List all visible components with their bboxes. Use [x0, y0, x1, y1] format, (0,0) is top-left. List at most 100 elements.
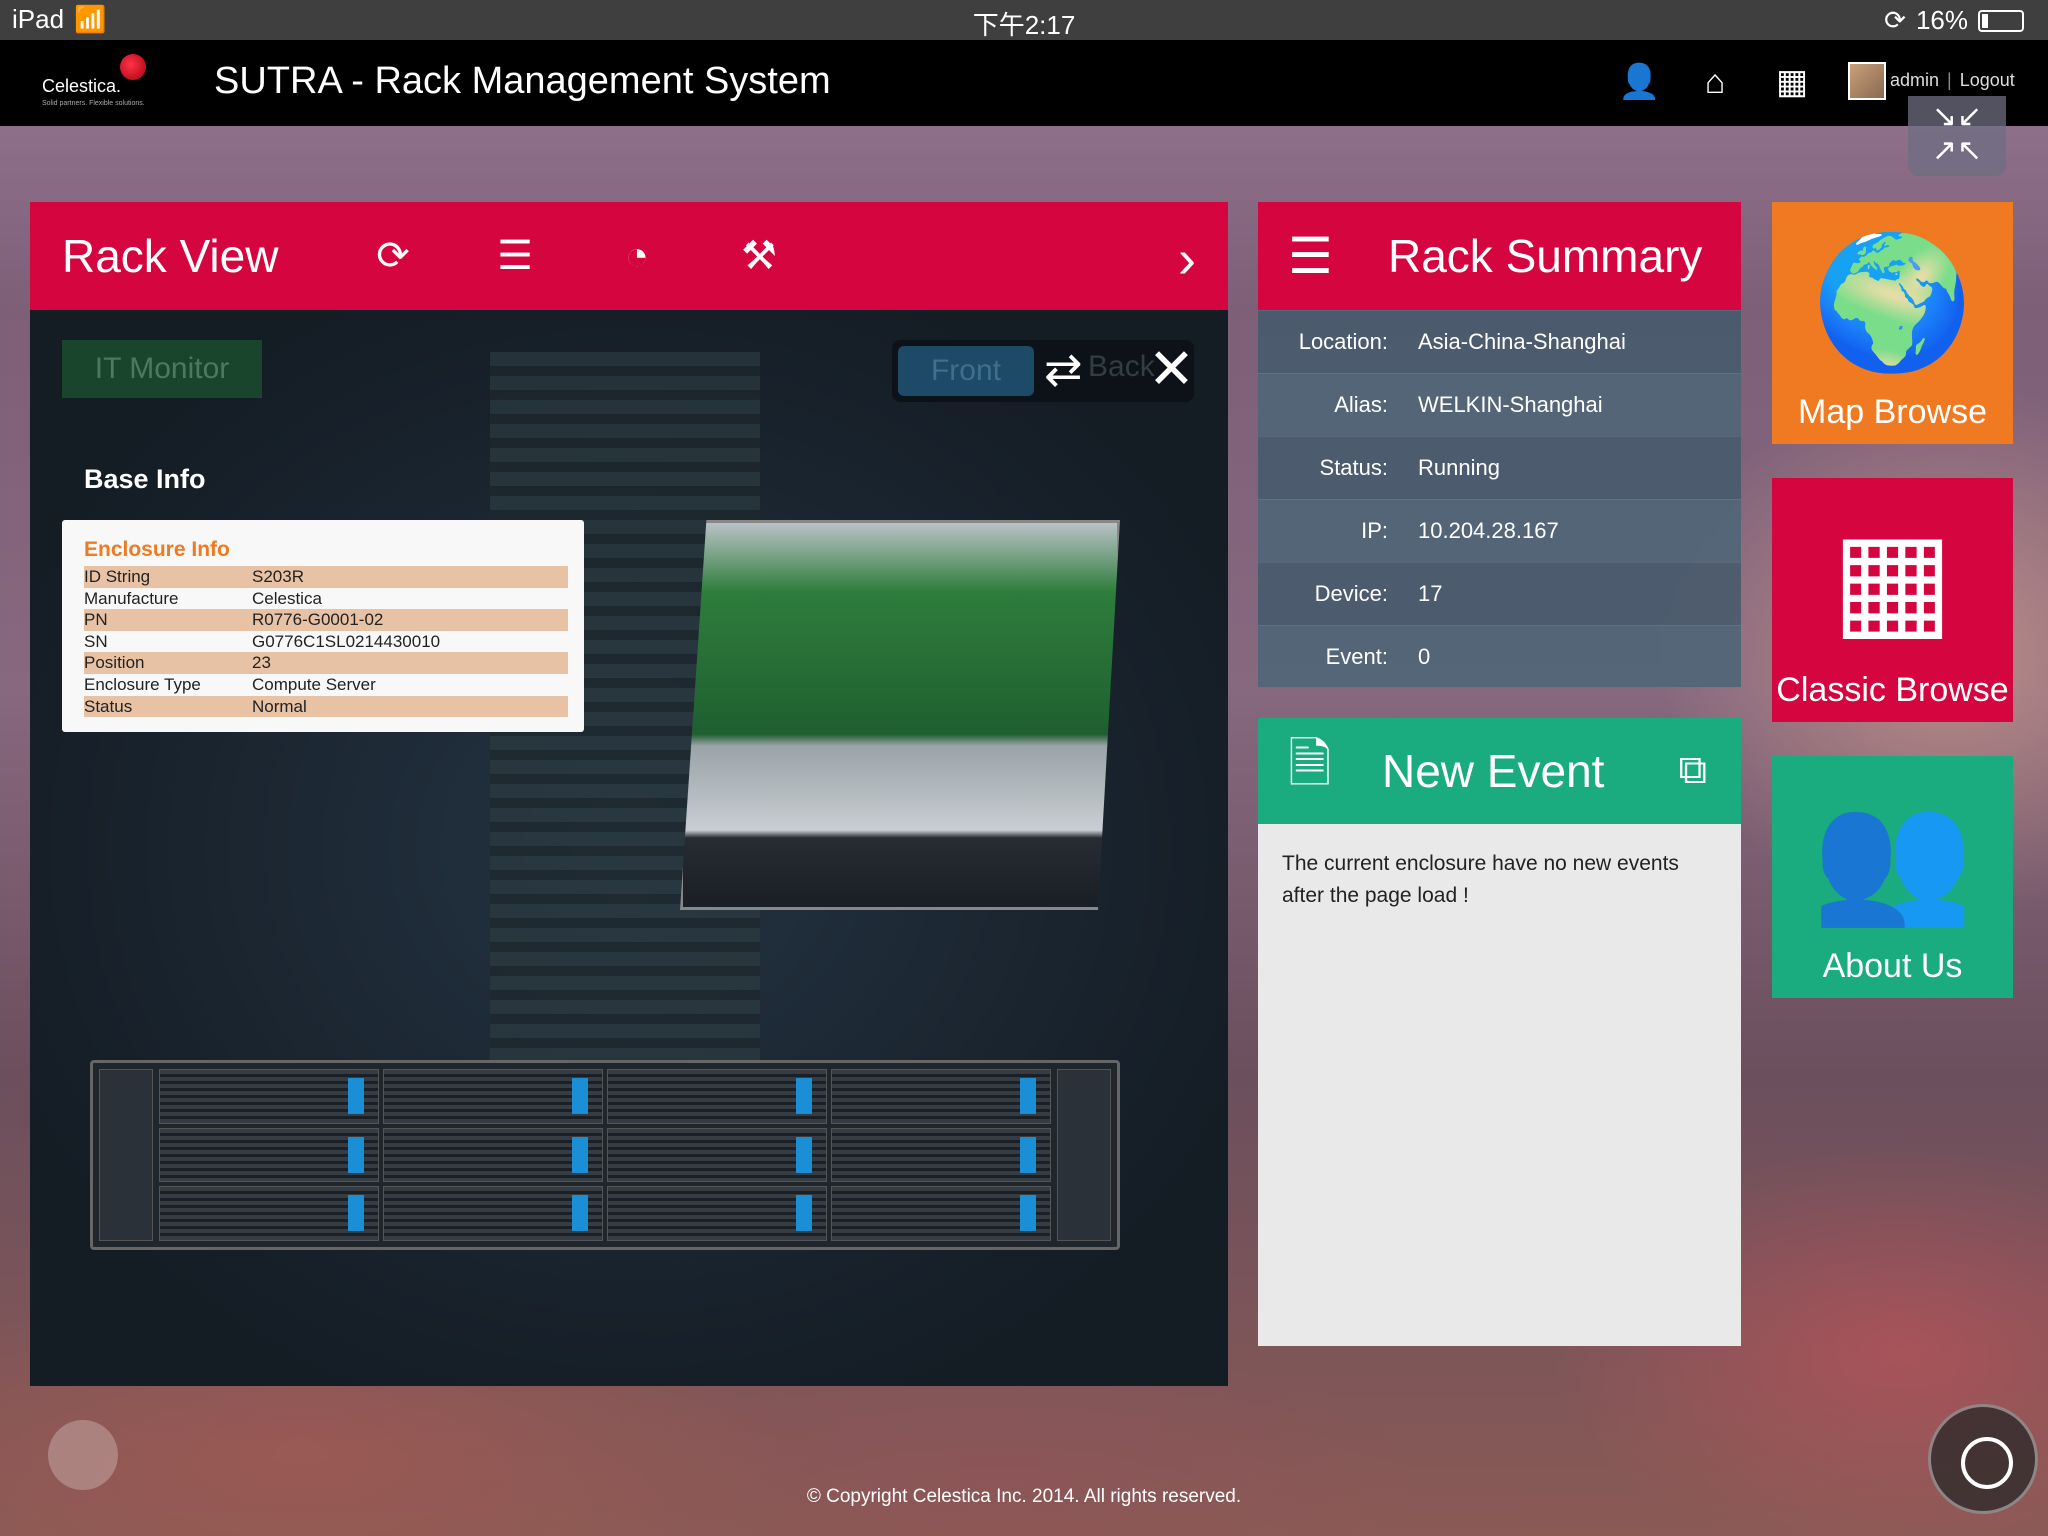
- summary-row: Alias: WELKIN-Shanghai: [1258, 373, 1741, 436]
- tools-icon[interactable]: ⚒: [698, 233, 820, 279]
- summary-value: 17: [1418, 581, 1443, 606]
- document-icon: 🗎: [1288, 734, 1332, 794]
- info-key: ID String: [84, 567, 151, 586]
- enclosure-info-title: Enclosure Info: [84, 538, 230, 561]
- refresh-icon[interactable]: ⟳: [332, 233, 454, 279]
- about-us-label: About Us: [1822, 947, 1963, 985]
- drive-bay: [159, 1186, 379, 1241]
- copyright-footer: © Copyright Celestica Inc. 2014. All rig…: [806, 1486, 1242, 1507]
- summary-key: Event:: [1325, 644, 1388, 669]
- drive-bay: [831, 1127, 1051, 1183]
- classic-browse-tile[interactable]: ▦ Classic Browse: [1772, 478, 2013, 722]
- info-key: SN: [84, 631, 108, 651]
- summary-row: Status: Running: [1258, 436, 1741, 499]
- celestica-logo[interactable]: Celestica. Solid partners. Flexible solut…: [42, 54, 146, 107]
- map-browse-label: Map Browse: [1798, 393, 1987, 431]
- info-value: Compute Server: [252, 674, 376, 694]
- summary-row: Device: 17: [1258, 562, 1741, 625]
- server-front-panel-image: [90, 1060, 1120, 1250]
- base-info-heading: Base Info: [84, 464, 206, 494]
- it-monitor-button[interactable]: IT Monitor: [62, 340, 262, 398]
- summary-value: Running: [1418, 455, 1500, 480]
- rack-view-title: Rack View: [62, 230, 279, 282]
- ios-status-bar: iPad 📶 下午2:17 ⟳ 16%: [0, 0, 2048, 40]
- logout-link[interactable]: Logout: [1960, 70, 2015, 90]
- popout-icon[interactable]: ⧉: [1678, 748, 1707, 793]
- info-key: Position: [84, 653, 145, 673]
- summary-value: Asia-China-Shanghai: [1418, 329, 1626, 354]
- info-value: G0776C1SL0214430010: [252, 631, 441, 651]
- front-button[interactable]: Front: [898, 346, 1034, 396]
- back-button[interactable]: Back: [1088, 350, 1155, 384]
- collapse-icon: ↘↙ ↗↖: [1931, 100, 1983, 167]
- summary-row: IP: 10.204.28.167: [1258, 499, 1741, 562]
- battery-percent: 16%: [1915, 5, 1968, 35]
- enclosure-info-row: Enclosure Type Compute Server: [84, 674, 568, 696]
- drive-bay: [831, 1186, 1051, 1241]
- switch-view-icon[interactable]: ⇄: [1044, 342, 1083, 396]
- clock: 下午2:17: [972, 10, 1076, 40]
- info-value: Normal: [252, 696, 307, 716]
- apps-grid-icon[interactable]: ▦: [1772, 62, 1812, 102]
- about-us-tile[interactable]: 👥 About Us: [1772, 756, 2013, 998]
- enclosure-info-card: Enclosure Info ID String S203R Manufacture…: [62, 520, 584, 732]
- enclosure-info-row: Status Normal: [84, 695, 568, 718]
- info-value: Celestica: [252, 588, 322, 608]
- assistive-touch-button[interactable]: [1928, 1404, 2038, 1514]
- drive-bay: [607, 1127, 827, 1183]
- summary-value: WELKIN-Shanghai: [1418, 392, 1603, 417]
- new-event-header: 🗎 New Event ⧉: [1258, 718, 1741, 824]
- info-value: R0776-G0001-02: [252, 610, 384, 630]
- logo-mark-icon: [120, 54, 146, 80]
- rack-view-panel: Rack View ⟳ ☰ ◔ ⚒ › IT Monitor Front Bac…: [30, 202, 1228, 1386]
- summary-key: Alias:: [1334, 392, 1388, 417]
- drive-bay: [383, 1069, 603, 1124]
- collapse-fullscreen-button[interactable]: ↘↙ ↗↖: [1908, 96, 2006, 176]
- user-icon[interactable]: 👤: [1618, 62, 1660, 102]
- enclosure-info-row: PN R0776-G0001-02: [84, 609, 568, 631]
- logo-text: Celestica.: [42, 76, 122, 96]
- drive-bay: [607, 1186, 827, 1241]
- globe-icon: 🌍: [1811, 229, 1974, 375]
- summary-key: Location:: [1298, 329, 1388, 354]
- username[interactable]: admin: [1890, 70, 1939, 90]
- new-event-title: New Event: [1382, 745, 1605, 797]
- info-key: Enclosure Type: [84, 674, 201, 694]
- new-event-panel: 🗎 New Event ⧉ The current enclosure have…: [1258, 718, 1741, 1346]
- summary-key: Status:: [1319, 455, 1388, 480]
- dashboard-icon[interactable]: ◔: [576, 234, 698, 279]
- home-icon[interactable]: ⌂: [1695, 62, 1735, 102]
- new-event-message: The current enclosure have no new events…: [1282, 852, 1679, 907]
- info-key: Status: [84, 696, 133, 716]
- chevron-right-icon[interactable]: ›: [1178, 228, 1196, 290]
- front-back-toggle[interactable]: Front Back ⇄ ✕: [892, 337, 1195, 402]
- summary-value: 0: [1418, 644, 1431, 669]
- list-icon[interactable]: ☰: [454, 233, 576, 279]
- logo-tagline: Solid partners. Flexible solutions.: [42, 100, 145, 107]
- info-key: PN: [84, 610, 108, 630]
- summary-row: Location: Asia-China-Shanghai: [1258, 310, 1741, 373]
- summary-key: Device:: [1314, 581, 1388, 606]
- drive-bay: [383, 1127, 603, 1183]
- rack-summary-panel: ☰ Rack Summary Location: Asia-China-Shang…: [1258, 202, 1741, 688]
- battery-icon: [1978, 9, 2024, 32]
- summary-value: 10.204.28.167: [1418, 518, 1559, 543]
- rack-summary-title: Rack Summary: [1388, 230, 1703, 282]
- enclosure-info-row: ID String S203R: [84, 566, 568, 588]
- drive-bay: [607, 1069, 827, 1124]
- summary-list-icon: ☰: [1288, 228, 1333, 284]
- enclosure-info-row: Manufacture Celestica: [84, 588, 568, 610]
- chassis-right-ear: [1057, 1069, 1111, 1241]
- map-browse-tile[interactable]: 🌍 Map Browse: [1772, 202, 2013, 444]
- chassis-left-ear: [99, 1069, 153, 1241]
- summary-key: IP:: [1361, 518, 1388, 543]
- rack-3d-viewer[interactable]: IT Monitor Front Back ⇄ ✕ Base Info Encl…: [30, 310, 1228, 1386]
- close-icon[interactable]: ✕: [1148, 336, 1195, 402]
- enclosure-info-row: Position 23: [84, 652, 568, 674]
- summary-row: Event: 0: [1258, 625, 1741, 688]
- enclosure-info-row: SN G0776C1SL0214430010: [84, 631, 568, 653]
- floating-touch-button[interactable]: [48, 1420, 118, 1490]
- app-title: SUTRA - Rack Management System: [214, 60, 831, 102]
- app-header: Celestica. Solid partners. Flexible solut…: [0, 40, 2048, 126]
- avatar[interactable]: [1848, 62, 1886, 100]
